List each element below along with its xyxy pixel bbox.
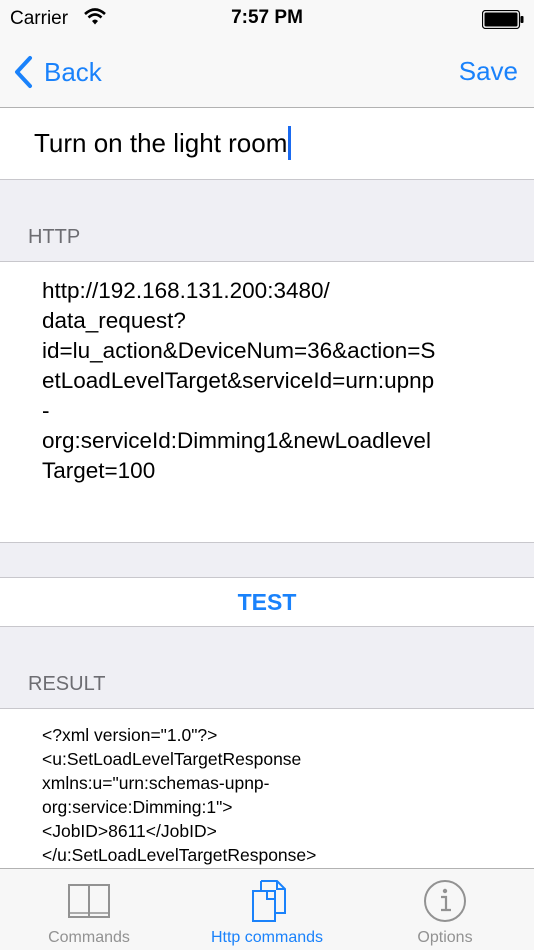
tab-commands-label: Commands bbox=[48, 929, 130, 946]
command-title-field[interactable]: Turn on the light room bbox=[0, 108, 534, 180]
http-line: data_request? bbox=[42, 308, 186, 333]
battery-icon bbox=[482, 10, 524, 29]
navigation-bar: Back Save bbox=[0, 40, 534, 108]
result-line: org:service:Dimming:1"> bbox=[42, 797, 233, 817]
tab-http-commands-label: Http commands bbox=[210, 929, 324, 946]
tab-bar: Commands Http commands Options bbox=[0, 868, 534, 950]
info-icon bbox=[424, 880, 466, 922]
result-output[interactable]: <?xml version="1.0"?> <u:SetLoadLevelTar… bbox=[0, 708, 534, 868]
http-command-text: http://192.168.131.200:3480/ data_reques… bbox=[42, 276, 494, 486]
http-command-field[interactable]: http://192.168.131.200:3480/ data_reques… bbox=[0, 261, 534, 543]
clock-time: 7:57 PM bbox=[231, 7, 303, 28]
result-line: <JobID>8611</JobID> bbox=[42, 821, 217, 841]
status-bar: Carrier 7:57 PM bbox=[0, 0, 534, 40]
http-line: etLoadLevelTarget&serviceId=urn:upnp bbox=[42, 368, 435, 393]
test-button[interactable]: TEST bbox=[0, 577, 534, 627]
back-button[interactable]: Back bbox=[12, 54, 102, 90]
http-line: Target=100 bbox=[42, 458, 156, 483]
result-text: <?xml version="1.0"?> <u:SetLoadLevelTar… bbox=[42, 723, 502, 867]
command-title-value: Turn on the light room bbox=[34, 127, 288, 158]
tab-options-label: Options bbox=[417, 929, 473, 946]
save-button[interactable]: Save bbox=[459, 56, 518, 87]
chevron-left-icon bbox=[15, 56, 32, 88]
result-line: </u:SetLoadLevelTargetResponse> bbox=[42, 845, 317, 865]
tab-commands[interactable]: Commands bbox=[0, 869, 178, 950]
result-line: <u:SetLoadLevelTargetResponse bbox=[42, 749, 302, 769]
tab-http-commands[interactable]: Http commands bbox=[178, 869, 356, 950]
documents-icon bbox=[252, 880, 286, 922]
text-cursor bbox=[288, 126, 292, 160]
http-line: org:serviceId:Dimming1&newLoadlevel bbox=[42, 428, 431, 453]
command-title-text-wrap: Turn on the light room bbox=[34, 126, 292, 160]
back-button-label: Back bbox=[44, 56, 102, 87]
result-line: xmlns:u="urn:schemas-upnp- bbox=[42, 773, 270, 793]
http-section-header: HTTP bbox=[28, 226, 81, 248]
http-line: - bbox=[42, 398, 50, 423]
http-line: http://192.168.131.200:3480/ bbox=[42, 278, 330, 303]
http-line: id=lu_action&DeviceNum=36&action=S bbox=[42, 338, 436, 363]
result-line: <?xml version="1.0"?> bbox=[42, 725, 218, 745]
tab-options[interactable]: Options bbox=[356, 869, 534, 950]
book-icon bbox=[68, 884, 110, 918]
result-section-header: RESULT bbox=[28, 673, 106, 695]
